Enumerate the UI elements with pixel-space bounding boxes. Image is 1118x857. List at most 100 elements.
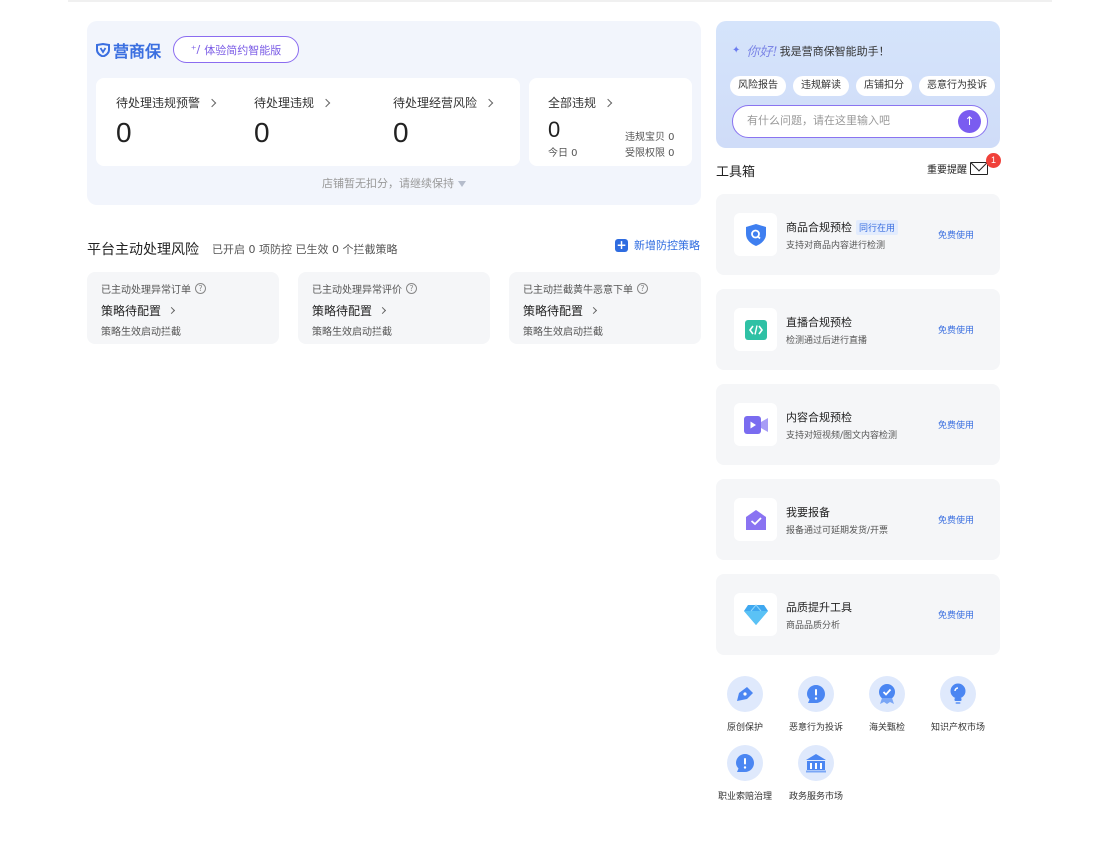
help-icon[interactable]: ? bbox=[406, 283, 417, 294]
today-count: 今日 0 bbox=[548, 148, 578, 159]
risk-card-title: 已主动拦截黄牛恶意下单 bbox=[523, 285, 633, 296]
service-label: 职业索赔治理 bbox=[717, 792, 772, 802]
magic-wand-icon: ⁺∕ bbox=[190, 43, 201, 56]
greeting-text: 我是营商保智能助手！ bbox=[779, 44, 890, 58]
tool-name: 商品合规预检 bbox=[786, 221, 852, 234]
add-strategy-button[interactable]: + 新增防控策略 bbox=[615, 237, 700, 253]
envelope-check-icon bbox=[734, 498, 777, 541]
tool-desc: 商品品质分析 bbox=[786, 621, 841, 631]
assistant-question-input[interactable] bbox=[747, 114, 947, 127]
stat-pending-violations[interactable]: 待处理违规 0 bbox=[254, 94, 331, 149]
sparkle-icon: ✦ bbox=[732, 45, 741, 56]
service-label: 知识产权市场 bbox=[930, 723, 985, 733]
code-screen-icon bbox=[734, 308, 777, 351]
mail-icon bbox=[970, 162, 988, 175]
top-divider bbox=[68, 0, 1052, 2]
strategy-config-link[interactable]: 策略待配置 bbox=[523, 302, 598, 319]
stat-value: 0 bbox=[116, 117, 132, 148]
service-customs-inspection[interactable]: 海关甄检 bbox=[847, 676, 927, 733]
chip-violation-explain[interactable]: 违规解读 bbox=[793, 76, 849, 96]
notice-count-badge: 1 bbox=[986, 153, 1001, 168]
caret-down-icon bbox=[458, 181, 466, 187]
risk-card-status: 策略待配置 bbox=[523, 304, 584, 318]
stat-label: 全部违规 bbox=[548, 96, 597, 110]
quick-question-chips: 风险报告 违规解读 店铺扣分 恶意行为投诉 bbox=[730, 76, 1002, 96]
chevron-right-icon bbox=[167, 306, 176, 315]
trial-smart-version-button[interactable]: ⁺∕ 体验简约智能版 bbox=[173, 36, 299, 63]
violation-items-count: 违规宝贝 0 bbox=[625, 132, 675, 143]
add-strategy-label: 新增防控策略 bbox=[634, 239, 700, 252]
stat-value: 0 bbox=[393, 117, 409, 148]
chevron-right-icon bbox=[484, 98, 494, 107]
help-icon[interactable]: ? bbox=[195, 283, 206, 294]
service-ip-market[interactable]: 知识产权市场 bbox=[918, 676, 998, 733]
service-original-protection[interactable]: 原创保护 bbox=[705, 676, 785, 733]
free-use-link[interactable]: 免费使用 bbox=[938, 418, 974, 431]
strategy-config-link[interactable]: 策略待配置 bbox=[101, 302, 176, 319]
brand-shield-icon bbox=[96, 43, 110, 57]
free-use-link[interactable]: 免费使用 bbox=[938, 513, 974, 526]
service-government-market[interactable]: 政务服务市场 bbox=[776, 745, 856, 802]
strategy-config-link[interactable]: 策略待配置 bbox=[312, 302, 387, 319]
chevron-right-icon bbox=[321, 98, 331, 107]
video-camera-icon bbox=[734, 403, 777, 446]
risk-card-desc: 策略生效启动拦截 bbox=[312, 327, 392, 338]
stat-label: 待处理违规预警 bbox=[116, 96, 201, 110]
tool-desc: 报备通过可延期发货/开票 bbox=[786, 526, 889, 536]
service-professional-claims[interactable]: 职业索赔治理 bbox=[705, 745, 785, 802]
greeting-hello: 你好! bbox=[746, 45, 778, 60]
plus-icon: + bbox=[615, 237, 628, 252]
help-icon[interactable]: ? bbox=[637, 283, 648, 294]
stat-pending-business-risk[interactable]: 待处理经营风险 0 bbox=[393, 94, 494, 149]
brand-logo: 营商保 bbox=[96, 38, 161, 62]
free-use-link[interactable]: 免费使用 bbox=[938, 608, 974, 621]
free-use-link[interactable]: 免费使用 bbox=[938, 323, 974, 336]
deduction-status[interactable]: 店铺暂无扣分，请继续保持 bbox=[87, 175, 701, 191]
chip-malicious-complaint[interactable]: 恶意行为投诉 bbox=[919, 76, 995, 96]
risk-card-status: 策略待配置 bbox=[312, 304, 373, 318]
tool-desc: 检测通过后进行直播 bbox=[786, 336, 868, 346]
chevron-right-icon bbox=[378, 306, 387, 315]
government-building-icon bbox=[798, 745, 834, 781]
send-button[interactable]: ↑ bbox=[958, 110, 981, 133]
risk-card-abnormal-orders: 已主动处理异常订单? 策略待配置 策略生效启动拦截 bbox=[87, 272, 279, 344]
diamond-icon bbox=[734, 593, 777, 636]
tool-content-compliance[interactable]: 内容合规预检 支持对短视频/图文内容检测 免费使用 bbox=[716, 384, 1000, 465]
restricted-permissions-count: 受限权限 0 bbox=[625, 148, 675, 159]
tool-name: 品质提升工具 bbox=[786, 601, 852, 614]
tool-live-compliance[interactable]: 直播合规预检 检测通过后进行直播 免费使用 bbox=[716, 289, 1000, 370]
notice-label: 重要提醒 bbox=[927, 165, 967, 176]
risk-card-scalper-orders: 已主动拦截黄牛恶意下单? 策略待配置 策略生效启动拦截 bbox=[509, 272, 701, 344]
chip-store-deduction[interactable]: 店铺扣分 bbox=[856, 76, 912, 96]
important-notice-button[interactable]: 重要提醒 bbox=[927, 161, 988, 176]
risk-card-title: 已主动处理异常评价 bbox=[312, 285, 402, 296]
tool-name: 直播合规预检 bbox=[786, 316, 852, 329]
stat-all-violations[interactable]: 全部违规 0 bbox=[548, 94, 613, 143]
stat-value: 0 bbox=[548, 117, 561, 142]
smart-assistant-panel: ✦ 你好! 我是营商保智能助手！ 风险报告 违规解读 店铺扣分 恶意行为投诉 ↑ bbox=[716, 21, 1000, 148]
pending-stats-box: 待处理违规预警 0 待处理违规 0 待处理经营风险 0 bbox=[96, 78, 520, 166]
arrow-up-icon: ↑ bbox=[964, 114, 975, 128]
lightbulb-icon bbox=[940, 676, 976, 712]
chevron-right-icon bbox=[603, 98, 613, 107]
tool-product-compliance[interactable]: 商品合规预检 同行在用 支持对商品内容进行检测 免费使用 bbox=[716, 194, 1000, 275]
chip-risk-report[interactable]: 风险报告 bbox=[730, 76, 786, 96]
assistant-greeting: ✦ 你好! 我是营商保智能助手！ bbox=[732, 41, 890, 61]
shield-search-icon bbox=[734, 213, 777, 256]
tool-name: 内容合规预检 bbox=[786, 411, 852, 424]
tool-quality-improve[interactable]: 品质提升工具 商品品质分析 免费使用 bbox=[716, 574, 1000, 655]
all-violations-box: 全部违规 0 今日 0 违规宝贝 0 受限权限 0 bbox=[529, 78, 692, 166]
risk-card-abnormal-reviews: 已主动处理异常评价? 策略待配置 策略生效启动拦截 bbox=[298, 272, 490, 344]
platform-risk-title: 平台主动处理风险 bbox=[87, 242, 199, 258]
risk-card-desc: 策略生效启动拦截 bbox=[523, 327, 603, 338]
stat-label: 待处理经营风险 bbox=[393, 96, 478, 110]
brand-name: 营商保 bbox=[113, 42, 162, 61]
tool-filing[interactable]: 我要报备 报备通过可延期发货/开票 免费使用 bbox=[716, 479, 1000, 560]
stat-pending-violation-warnings[interactable]: 待处理违规预警 0 bbox=[116, 94, 217, 149]
service-label: 海关甄检 bbox=[868, 723, 905, 733]
service-label: 原创保护 bbox=[726, 723, 763, 733]
assistant-input-box: ↑ bbox=[732, 105, 988, 138]
service-malicious-complaint[interactable]: 恶意行为投诉 bbox=[776, 676, 856, 733]
service-label: 政务服务市场 bbox=[788, 792, 843, 802]
free-use-link[interactable]: 免费使用 bbox=[938, 228, 974, 241]
